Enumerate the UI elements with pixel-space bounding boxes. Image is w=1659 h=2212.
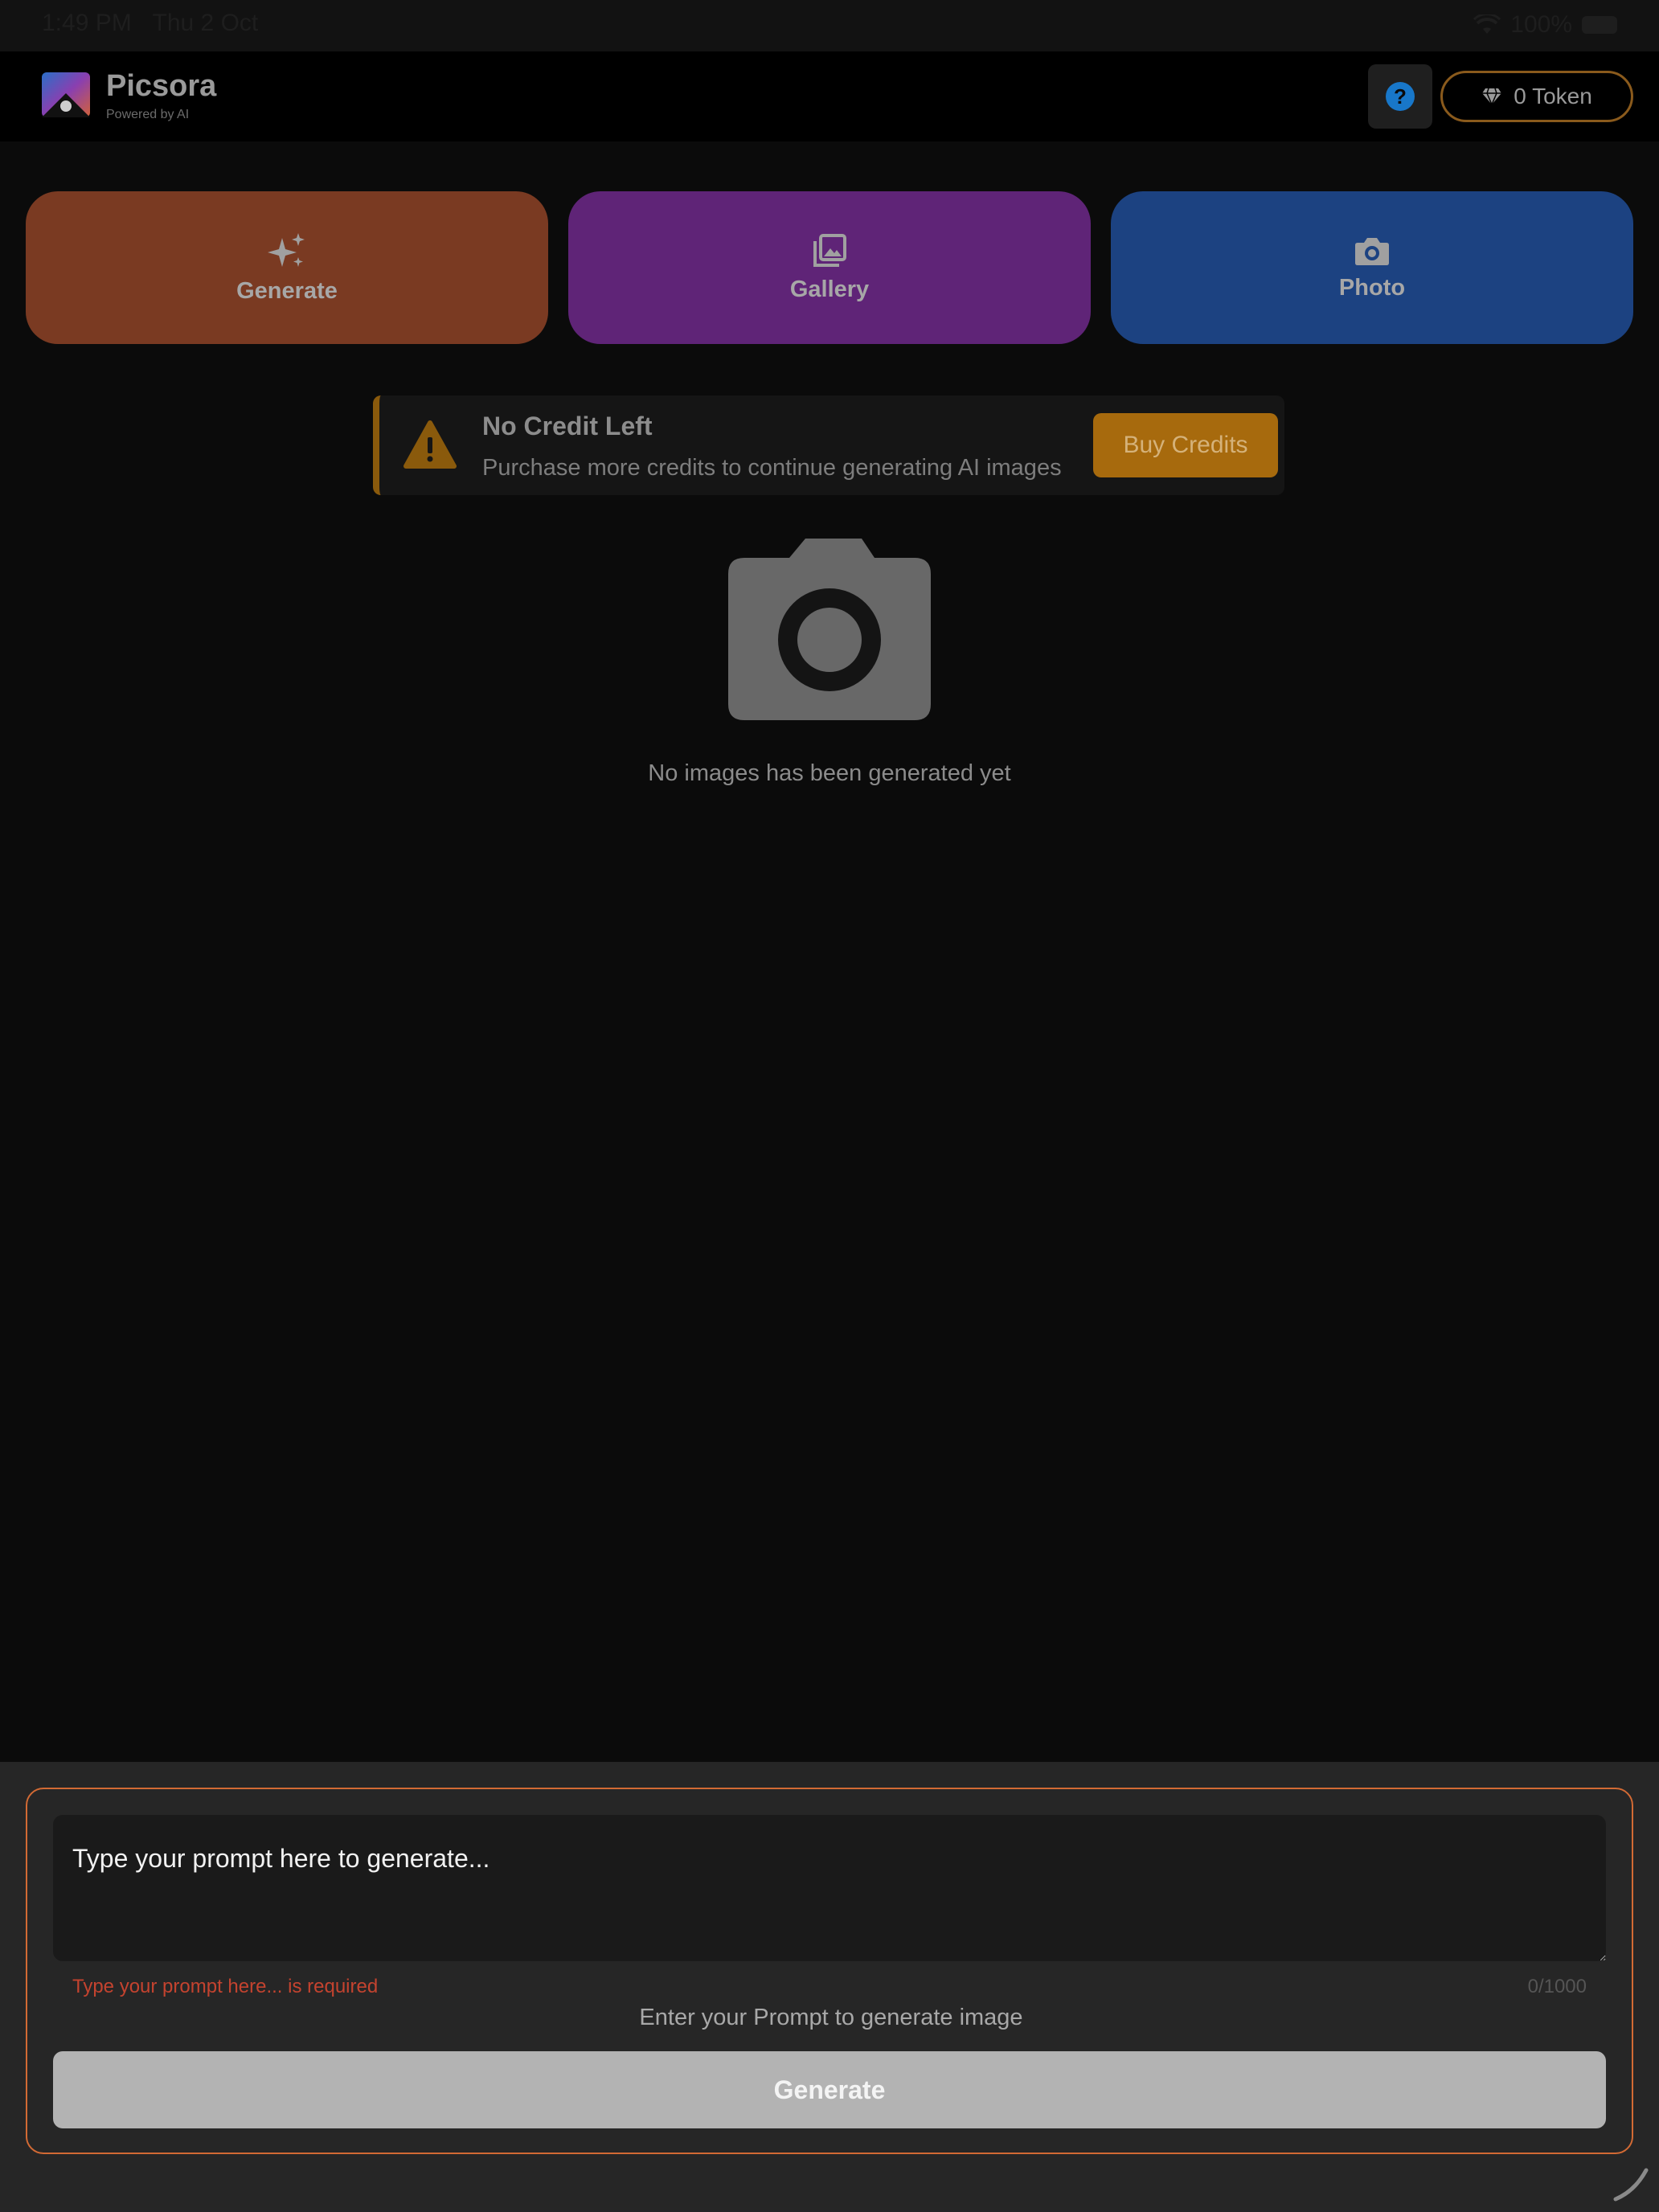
prompt-sheet: Type your prompt here... is required 0/1… [0, 1762, 1659, 2212]
token-label: 0 Token [1514, 84, 1592, 109]
gallery-label: Gallery [789, 276, 870, 302]
prompt-hint: Enter your Prompt to generate image [639, 2005, 1023, 2030]
help-icon: ? [1386, 82, 1415, 111]
sparkles-icon [268, 232, 305, 267]
status-right: 100% [1473, 11, 1617, 39]
diamond-icon [1482, 88, 1502, 106]
battery-icon [1582, 16, 1617, 34]
generate-mode-button[interactable]: Generate [26, 191, 548, 344]
token-balance-button[interactable]: 0 Token [1440, 71, 1633, 122]
app-logo-icon [42, 72, 90, 117]
alert-title: No Credit Left [482, 412, 653, 440]
status-date: Thu 2 Oct [152, 10, 259, 36]
wifi-icon [1473, 14, 1501, 34]
camera-icon [1355, 237, 1389, 265]
buy-credits-button[interactable]: Buy Credits [1093, 413, 1278, 477]
help-button[interactable]: ? [1368, 64, 1432, 129]
generate-mode-label: Generate [236, 277, 338, 304]
prompt-input[interactable] [53, 1815, 1606, 1961]
app-name: Picsora [106, 69, 217, 103]
no-credit-alert: No Credit Left Purchase more credits to … [373, 395, 1284, 495]
status-time: 1:49 PM [42, 10, 132, 36]
app-tagline: Powered by AI [106, 108, 190, 121]
photo-button[interactable]: Photo [1111, 191, 1633, 344]
resize-handle-icon[interactable] [1611, 2162, 1653, 2204]
prompt-char-counter: 0/1000 [1527, 1976, 1587, 1997]
status-bar: 1:49 PM Thu 2 Oct 100% [0, 0, 1659, 51]
prompt-error-message: Type your prompt here... is required [72, 1976, 379, 1997]
battery-level: 100% [1510, 11, 1572, 38]
prompt-panel: Type your prompt here... is required 0/1… [26, 1788, 1633, 2154]
alert-message: Purchase more credits to continue genera… [482, 455, 1062, 481]
gallery-button[interactable]: Gallery [568, 191, 1091, 344]
app-header: Picsora Powered by AI ? 0 Token [0, 51, 1659, 141]
empty-state-text: No images has been generated yet [648, 760, 1011, 786]
image-stack-icon [813, 233, 846, 267]
status-left: 1:49 PM Thu 2 Oct [42, 10, 272, 37]
empty-state-camera-icon [728, 539, 931, 720]
photo-label: Photo [1338, 274, 1406, 301]
warning-icon [403, 420, 457, 469]
generate-button[interactable]: Generate [53, 2051, 1606, 2128]
